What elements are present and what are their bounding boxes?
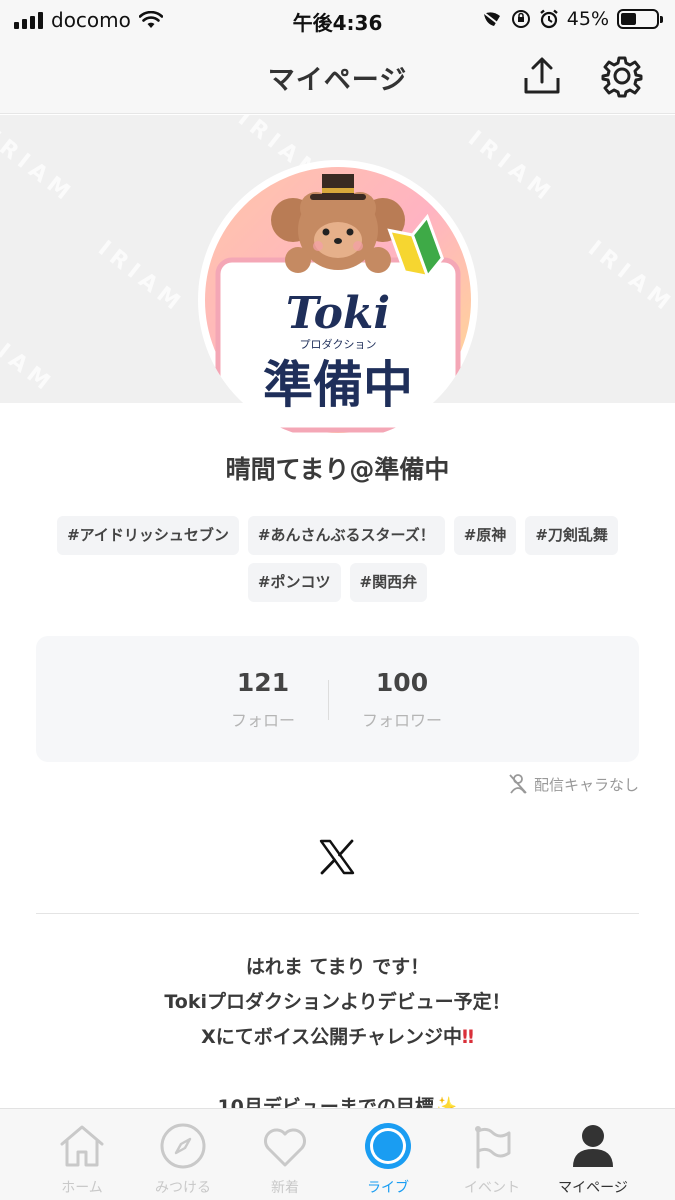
header: マイページ (0, 38, 675, 114)
tab-new[interactable]: 新着 (233, 1109, 337, 1200)
tab-label: イベント (464, 1180, 520, 1196)
tab-discover[interactable]: みつける (131, 1109, 235, 1200)
tab-label: 新着 (271, 1180, 299, 1196)
tab-bar: ホーム みつける 新着 ライブ イベント マイページ (0, 1108, 675, 1200)
following-count: 121 (236, 668, 290, 697)
hashtag-chip[interactable]: #アイドリッシュセブン (57, 516, 239, 555)
gear-icon (601, 56, 643, 98)
settings-button[interactable] (600, 54, 644, 98)
live-icon (365, 1123, 411, 1169)
flag-icon (475, 1126, 511, 1169)
watermark: IRIAM (0, 316, 60, 399)
tag-list: #アイドリッシュセブン #あんさんぶるスターズ！ #原神 #刀剣乱舞 #ポンコツ #関西弁 (40, 516, 635, 602)
profile-name: 晴間てまり@準備中 (225, 455, 450, 484)
heart-icon (264, 1128, 306, 1167)
avatar-image: Toki プロダクション 準備中 (199, 161, 477, 439)
divider (36, 913, 639, 914)
orientation-lock-icon (511, 10, 530, 28)
followers-count: 100 (375, 668, 429, 697)
tab-home[interactable]: ホーム (30, 1109, 134, 1200)
x-logo-icon (319, 839, 355, 875)
exclamation-emoji: ‼ (461, 1026, 474, 1048)
follow-stats: 121 フォロー 100 フォロワー (36, 636, 639, 762)
bio-line: はれま てまり です！ (245, 956, 430, 978)
status-bar: docomo 午後4:36 45% (0, 0, 675, 38)
battery-icon (617, 9, 663, 29)
followers-label: フォロワー (361, 711, 442, 730)
following-label: フォロー (230, 711, 295, 730)
no-character-icon (509, 774, 527, 794)
hashtag-chip[interactable]: #刀剣乱舞 (525, 516, 618, 555)
share-icon (524, 57, 560, 94)
person-icon (573, 1125, 613, 1167)
no-character-indicator: 配信キャラなし (508, 773, 639, 795)
stat-divider (328, 680, 329, 720)
battery-percent: 45% (566, 8, 609, 30)
following-stat[interactable]: 121 フォロー (203, 668, 323, 731)
bio-blank-line (0, 1055, 675, 1090)
compass-icon (160, 1123, 206, 1169)
do-not-disturb-icon (482, 11, 502, 27)
watermark: IRIAM (0, 126, 80, 209)
tab-event[interactable]: イベント (440, 1109, 544, 1200)
tab-label: マイページ (558, 1180, 628, 1196)
watermark: IRIAM (583, 236, 675, 319)
alarm-icon (539, 9, 558, 29)
page-title: マイページ (267, 65, 408, 96)
tab-label: みつける (155, 1180, 211, 1196)
hashtag-chip[interactable]: #ポンコツ (247, 563, 341, 602)
avatar-brand-sub: プロダクション (300, 337, 377, 351)
profile-bio: はれま てまり です！ Tokiプロダクションよりデビュー予定！ Xにてボイス公… (0, 950, 675, 1125)
hashtag-chip[interactable]: #あんさんぶるスターズ！ (247, 516, 445, 555)
x-link-button[interactable] (318, 838, 356, 876)
hashtag-chip[interactable]: #原神 (453, 516, 517, 555)
tab-label: ホーム (61, 1180, 103, 1196)
avatar-brand: Toki (286, 288, 390, 339)
bio-line: Xにてボイス公開チャレンジ中‼ (201, 1026, 474, 1048)
watermark: IRIAM (93, 236, 190, 319)
tab-mypage[interactable]: マイページ (541, 1109, 645, 1200)
watermark: IRIAM (463, 126, 560, 209)
no-character-label: 配信キャラなし (533, 775, 639, 794)
followers-stat[interactable]: 100 フォロワー (342, 668, 462, 731)
share-button[interactable] (520, 54, 564, 98)
bio-line: Tokiプロダクションよりデビュー予定！ (164, 991, 511, 1013)
tab-live[interactable]: ライブ (336, 1109, 440, 1200)
hashtag-chip[interactable]: #関西弁 (349, 563, 428, 602)
home-icon (60, 1125, 104, 1167)
avatar-status-text: 準備中 (263, 356, 413, 414)
avatar[interactable]: Toki プロダクション 準備中 (198, 160, 478, 440)
tab-label: ライブ (367, 1180, 409, 1196)
